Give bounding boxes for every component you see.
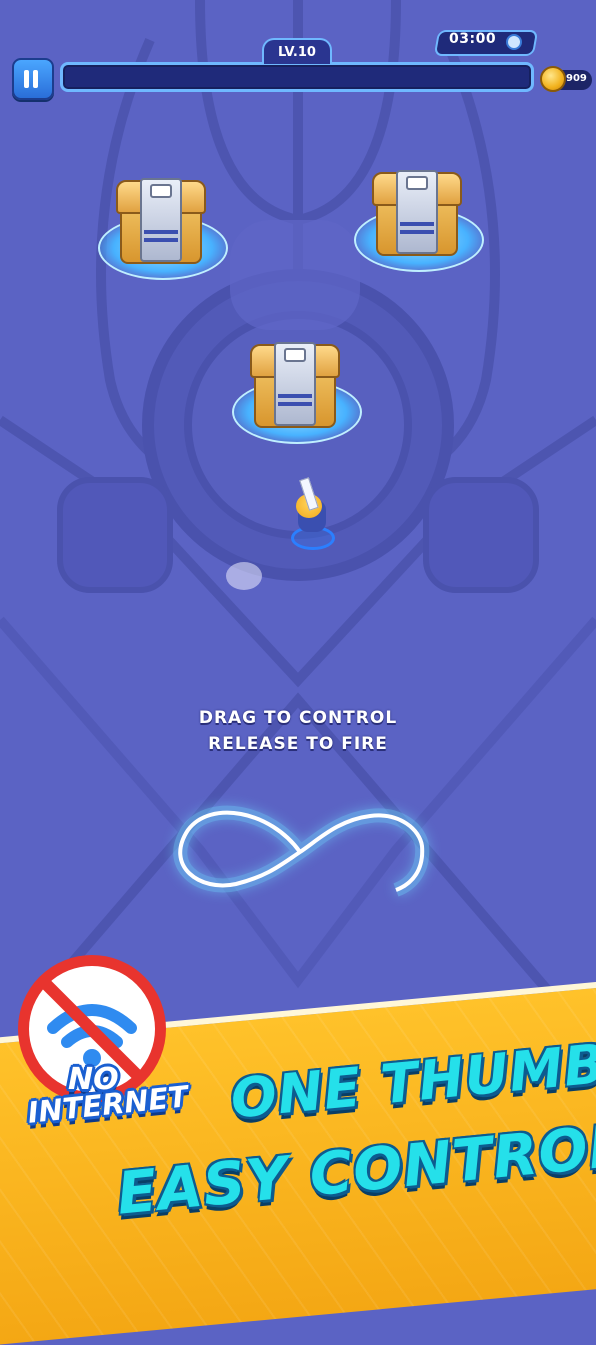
chest-lock-icon: [284, 348, 306, 362]
tutorial-drag-text: DRAG TO CONTROL: [198, 708, 398, 728]
clock-icon: [506, 34, 522, 50]
level-label: LV.10: [262, 38, 332, 64]
treasure-chest[interactable]: [232, 338, 362, 448]
chest-lock-icon: [150, 184, 172, 198]
game-stage[interactable]: DRAG TO CONTROL RELEASE TO FIRE ONE THUM…: [0, 0, 596, 1345]
infinity-gesture-trail: [173, 805, 430, 897]
treasure-chest[interactable]: [98, 174, 228, 284]
tutorial-release-text: RELEASE TO FIRE: [208, 734, 388, 754]
coin-icon: [540, 66, 566, 92]
coin-count: 909: [566, 73, 587, 84]
chest-lock-icon: [406, 176, 428, 190]
treasure-chest[interactable]: [354, 166, 484, 276]
timer-text: 03:00: [449, 31, 497, 47]
level-progress-bar: [60, 62, 534, 92]
pause-icon: [24, 70, 29, 88]
dash-dust-cloud: [226, 562, 262, 590]
pause-button[interactable]: [12, 58, 54, 100]
